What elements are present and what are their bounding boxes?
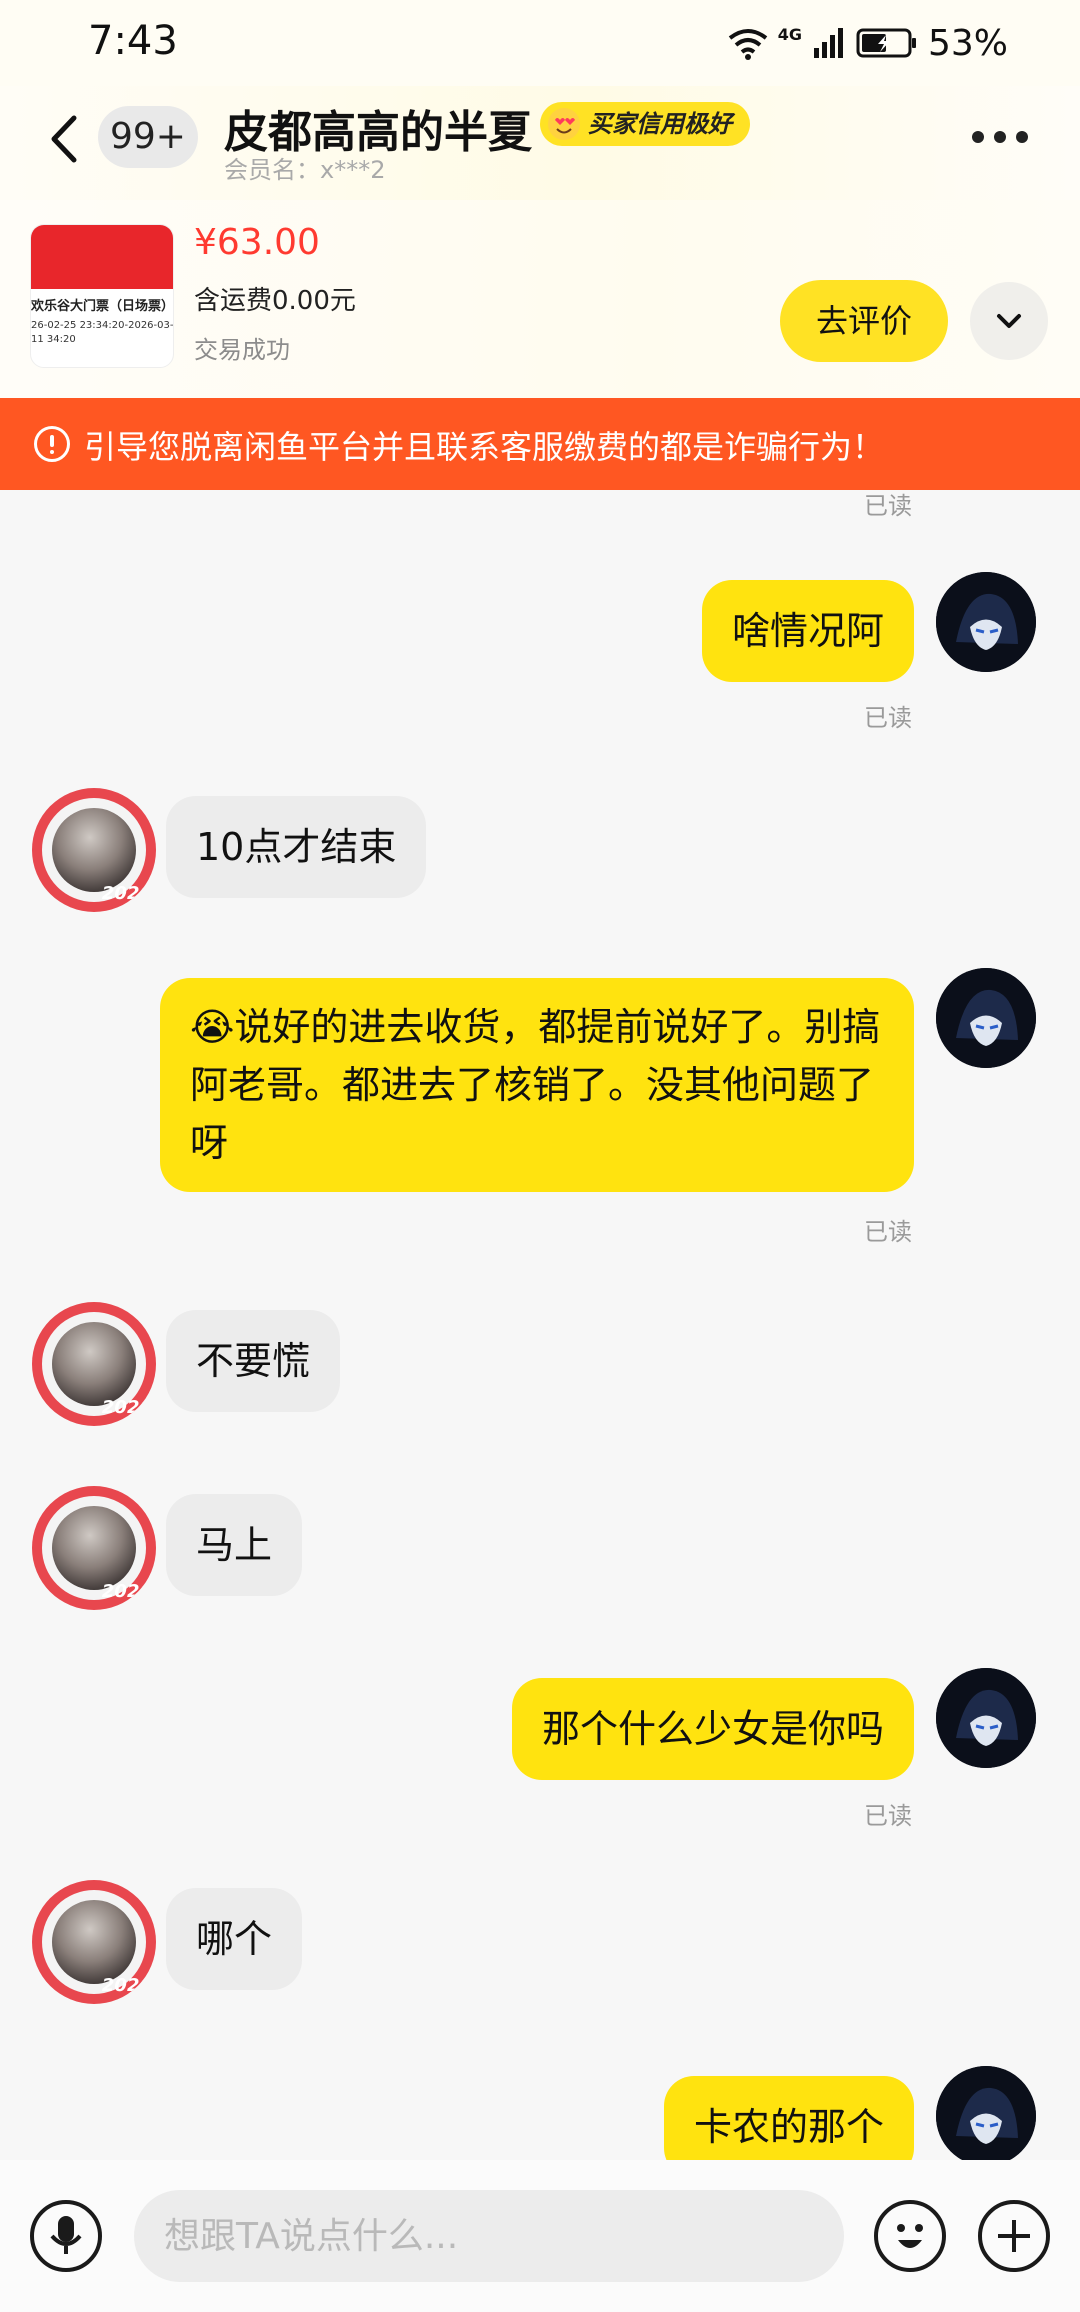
credit-badge: 买家信用极好 xyxy=(540,102,750,146)
status-time: 7:43 xyxy=(88,18,178,64)
my-avatar[interactable] xyxy=(936,968,1036,1068)
chat-header: 99+ 皮都高高的半夏 买家信用极好 会员名：x***2 xyxy=(0,86,1080,200)
more-options-icon[interactable] xyxy=(972,122,1042,152)
product-thumbnail[interactable]: 欢乐谷大门票（日场票） 26-02-25 23:34:20-2026-03-11… xyxy=(30,224,174,368)
message-input[interactable] xyxy=(134,2190,844,2282)
unread-count-badge[interactable]: 99+ xyxy=(98,106,198,168)
wifi-icon xyxy=(728,29,767,60)
anime-avatar-icon xyxy=(936,2066,1036,2160)
signal-icon xyxy=(813,28,843,58)
read-receipt: 已读 xyxy=(864,492,912,520)
avatar-year-tag: 2026 xyxy=(101,1581,152,1602)
contact-avatar[interactable]: 2026 xyxy=(32,1302,156,1426)
contact-avatar[interactable]: 2026 xyxy=(32,1880,156,2004)
smiley-face-icon xyxy=(897,2224,923,2248)
expand-order-button[interactable] xyxy=(970,282,1048,360)
message-bubble-sent[interactable]: 😭说好的进去收货，都提前说好了。别搞阿老哥。都进去了核销了。没其他问题了呀 xyxy=(160,978,914,1192)
message-bubble-sent[interactable]: 那个什么少女是你吗 xyxy=(511,1678,914,1780)
back-arrow-icon[interactable] xyxy=(40,108,90,170)
order-status: 交易成功 xyxy=(194,336,290,364)
more-actions-button[interactable] xyxy=(978,2200,1050,2272)
message-bubble-received[interactable]: 10点才结束 xyxy=(166,796,427,898)
anime-avatar-icon xyxy=(936,1668,1036,1768)
my-avatar[interactable] xyxy=(936,572,1036,672)
heart-eyes-emoji-icon xyxy=(548,108,580,140)
microphone-icon xyxy=(50,2216,82,2254)
avatar-year-tag: 2026 xyxy=(101,1397,152,1418)
fraud-warning-text: 引导您脱离闲鱼平台并且联系客服缴费的都是诈骗行为！ xyxy=(84,428,885,466)
shipping-fee: 含运费0.00元 xyxy=(194,286,356,316)
anime-avatar-icon xyxy=(936,968,1036,1068)
alert-icon xyxy=(34,426,70,462)
credit-badge-label: 买家信用极好 xyxy=(588,110,732,138)
my-avatar[interactable] xyxy=(936,2066,1036,2160)
plus-icon xyxy=(998,2220,1030,2252)
chevron-down-icon xyxy=(997,314,1021,328)
message-bubble-sent[interactable]: 啥情况阿 xyxy=(701,580,914,682)
fraud-warning-banner: 引导您脱离闲鱼平台并且联系客服缴费的都是诈骗行为！ xyxy=(0,398,1080,490)
battery-percent: 53% xyxy=(927,22,1008,64)
avatar-year-tag: 2026 xyxy=(101,1975,152,1996)
contact-avatar[interactable]: 2026 xyxy=(32,788,156,912)
member-name: 会员名：x***2 xyxy=(224,156,386,184)
message-list[interactable]: 已读 啥情况阿 已读 2026 10点才结束 😭说好的进去收货，都提前说好了。别… xyxy=(0,490,1080,2160)
read-receipt: 已读 xyxy=(864,704,912,732)
message-bubble-received[interactable]: 不要慌 xyxy=(166,1310,341,1412)
anime-avatar-icon xyxy=(936,572,1036,672)
order-price: ¥63.00 xyxy=(194,222,320,263)
thumbnail-title: 欢乐谷大门票（日场票） xyxy=(31,299,174,314)
network-type-label: 4G xyxy=(777,24,802,44)
message-bubble-received[interactable]: 马上 xyxy=(166,1494,303,1596)
review-button[interactable]: 去评价 xyxy=(780,280,948,362)
read-receipt: 已读 xyxy=(864,1218,912,1246)
voice-input-button[interactable] xyxy=(30,2200,102,2272)
order-card[interactable]: 欢乐谷大门票（日场票） 26-02-25 23:34:20-2026-03-11… xyxy=(0,200,1080,398)
emoji-button[interactable] xyxy=(874,2200,946,2272)
read-receipt: 已读 xyxy=(864,1802,912,1830)
message-bubble-sent[interactable]: 卡农的那个 xyxy=(663,2076,914,2160)
avatar-year-tag: 2026 xyxy=(101,883,152,904)
battery-icon xyxy=(856,28,916,58)
thumbnail-subtitle: 26-02-25 23:34:20-2026-03-11 34:20 xyxy=(31,320,174,345)
message-input-bar xyxy=(0,2160,1080,2312)
message-bubble-received[interactable]: 哪个 xyxy=(166,1888,303,1990)
status-icons: 4G 53% xyxy=(728,20,1008,66)
my-avatar[interactable] xyxy=(936,1668,1036,1768)
contact-avatar[interactable]: 2026 xyxy=(32,1486,156,1610)
chat-screen: 7:43 4G 53% 99+ 皮都高高的半夏 买家信用极好 会员名：x***2… xyxy=(0,0,1080,2312)
status-bar: 7:43 4G 53% xyxy=(0,0,1080,86)
